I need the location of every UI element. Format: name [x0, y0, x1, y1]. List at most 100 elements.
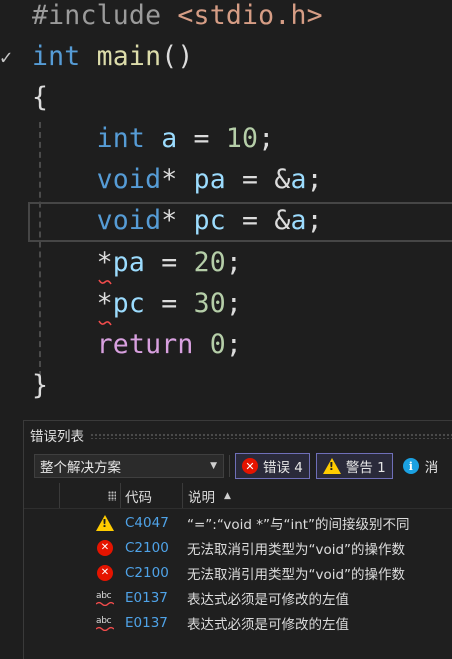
code-line-3[interactable]: { [32, 78, 48, 118]
code-editor[interactable]: ✓ #include <stdio.h> int main() { int a … [0, 0, 452, 420]
code-line-9[interactable]: return 0; [32, 325, 242, 365]
code-token: ; [225, 288, 243, 319]
code-token: ; [306, 205, 323, 236]
messages-filter-button[interactable]: i 消 [399, 456, 439, 476]
code-token: 20 [193, 247, 226, 278]
error-description: 无法取消引用类型为“void”的操作数 [187, 566, 406, 583]
intellisense-error-icon: abc [96, 590, 114, 608]
column-filter-icon[interactable] [108, 490, 116, 501]
header-code-label: 代码 [125, 489, 152, 506]
code-line-8[interactable]: *pc = 30; [32, 284, 242, 324]
error-squiggle [98, 279, 112, 285]
warning-icon: ! [322, 458, 341, 474]
errors-filter-button[interactable]: ✕ 错误 4 [235, 453, 310, 479]
code-token: ; [306, 164, 323, 195]
panel-drag-grip[interactable] [90, 433, 452, 439]
code-line-2[interactable]: int main() [32, 37, 194, 77]
error-code[interactable]: C2100 [125, 540, 169, 556]
table-row[interactable]: ✕ C2100 无法取消引用类型为“void”的操作数 [24, 560, 452, 585]
code-token: a [290, 164, 307, 195]
code-line-1[interactable]: #include <stdio.h> [32, 0, 323, 36]
code-token: pc [193, 205, 226, 236]
panel-title: 错误列表 [30, 429, 84, 445]
error-description: 表达式必须是可修改的左值 [187, 592, 349, 609]
code-token: void [96, 205, 162, 236]
error-list-rows: ! C4047 “=”:“void *”与“int”的间接级别不同 ✕ C210… [24, 510, 452, 636]
messages-filter-label: 消 [424, 460, 439, 476]
code-token: pa [112, 247, 146, 278]
error-code[interactable]: C2100 [125, 565, 169, 581]
code-line-7[interactable]: *pa = 20; [32, 243, 242, 283]
table-row[interactable]: abc E0137 表达式必须是可修改的左值 [24, 611, 452, 636]
intellisense-error-icon: abc [96, 615, 114, 633]
warnings-filter-button[interactable]: ! 警告 1 [315, 453, 393, 479]
code-token: int [32, 41, 81, 72]
error-code[interactable]: C4047 [125, 515, 169, 531]
error-code[interactable]: E0137 [125, 615, 168, 631]
code-token: * [161, 164, 194, 195]
code-token: return [96, 329, 194, 360]
code-line-4[interactable]: int a = 10; [32, 119, 275, 159]
code-token: ; [225, 329, 243, 360]
error-description: “=”:“void *”与“int”的间接级别不同 [187, 516, 410, 533]
warnings-filter-label: 警告 1 [345, 460, 386, 476]
code-token: pc [112, 288, 146, 319]
code-token: } [32, 370, 49, 401]
header-filter-column[interactable] [60, 483, 121, 508]
code-token: ; [225, 247, 243, 278]
code-token: * [96, 247, 113, 278]
code-token: a [161, 123, 178, 154]
header-code-column[interactable]: 代码 [121, 483, 183, 508]
code-line-5[interactable]: void* pa = &a; [32, 160, 323, 200]
warning-icon: ! [96, 514, 114, 532]
error-list-panel: 错误列表 整个解决方案 ▼ ✕ 错误 4 ! 警告 1 i 消 代码 说明 ▲ … [23, 420, 452, 659]
code-token: 10 [225, 123, 259, 154]
panel-title-bar[interactable]: 错误列表 [24, 421, 452, 449]
code-line-6[interactable]: void* pc = &a; [32, 201, 323, 241]
table-row[interactable]: ✕ C2100 无法取消引用类型为“void”的操作数 [24, 535, 452, 560]
code-token: * [161, 205, 194, 236]
error-code[interactable]: E0137 [125, 590, 168, 606]
scope-value: 整个解决方案 [40, 460, 121, 476]
collapse-icon[interactable]: ✓ [0, 45, 12, 69]
code-token: a [290, 205, 307, 236]
code-token: int [96, 123, 146, 154]
code-token: * [96, 288, 113, 319]
error-icon: ✕ [242, 458, 258, 474]
error-icon: ✕ [96, 564, 114, 582]
toolbar-divider [229, 455, 230, 477]
code-token: = [177, 123, 226, 154]
table-row[interactable]: ! C4047 “=”:“void *”与“int”的间接级别不同 [24, 510, 452, 535]
scope-dropdown[interactable]: 整个解决方案 ▼ [34, 454, 224, 478]
code-token: 0 [209, 329, 226, 360]
header-description-label: 说明 [188, 489, 215, 506]
header-description-column[interactable]: 说明 ▲ [183, 483, 231, 508]
table-row[interactable]: abc E0137 表达式必须是可修改的左值 [24, 586, 452, 611]
error-description: 无法取消引用类型为“void”的操作数 [187, 541, 406, 558]
code-token: ; [258, 123, 275, 154]
code-token: <stdio.h> [177, 0, 323, 31]
sort-ascending-icon: ▲ [224, 490, 231, 501]
code-token: 30 [193, 288, 226, 319]
error-description: 表达式必须是可修改的左值 [187, 617, 349, 634]
code-line-10[interactable]: } [32, 366, 48, 406]
chevron-down-icon: ▼ [210, 461, 217, 471]
code-token: = & [225, 164, 291, 195]
info-icon: i [402, 458, 419, 474]
header-icon-column[interactable] [24, 483, 60, 508]
error-squiggle [98, 320, 112, 326]
code-token: pa [193, 164, 226, 195]
code-token: = [145, 247, 194, 278]
code-token: () [161, 41, 194, 72]
code-token: #include [32, 0, 178, 31]
code-token: { [32, 82, 49, 113]
